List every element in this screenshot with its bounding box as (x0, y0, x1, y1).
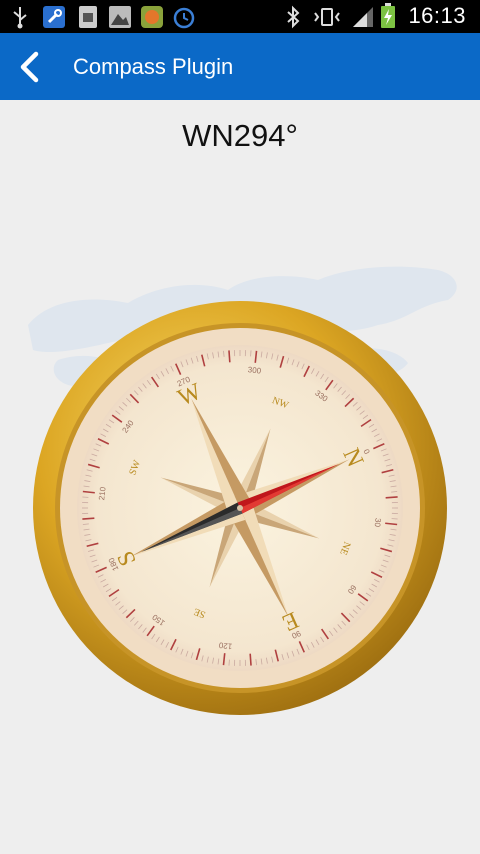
vibrate-icon (314, 8, 340, 26)
alarm-icon (173, 7, 195, 29)
photo-icon (109, 6, 131, 28)
back-button[interactable] (14, 48, 50, 86)
game-icon (141, 6, 163, 28)
usb-icon (13, 7, 27, 29)
battery-charging-icon (381, 3, 395, 28)
degree-label: 30 (373, 518, 383, 528)
app-bar: Compass Plugin (0, 33, 480, 100)
compass-dial: 0306090120150180210240270300330 NESESWNW… (33, 301, 447, 715)
heading-readout: WN294° (182, 118, 298, 153)
app-tool-icon (43, 6, 65, 28)
status-time: 16:13 (408, 3, 466, 28)
app-title: Compass Plugin (73, 54, 234, 79)
bluetooth-icon (287, 5, 300, 29)
chevron-left-icon (20, 51, 39, 83)
degree-label: 120 (218, 640, 233, 650)
status-bar: 16:13 (0, 0, 480, 33)
sim-toolkit-icon (79, 6, 97, 28)
degree-label: 210 (97, 486, 107, 501)
degree-label: 300 (247, 365, 262, 375)
signal-icon (353, 7, 373, 27)
